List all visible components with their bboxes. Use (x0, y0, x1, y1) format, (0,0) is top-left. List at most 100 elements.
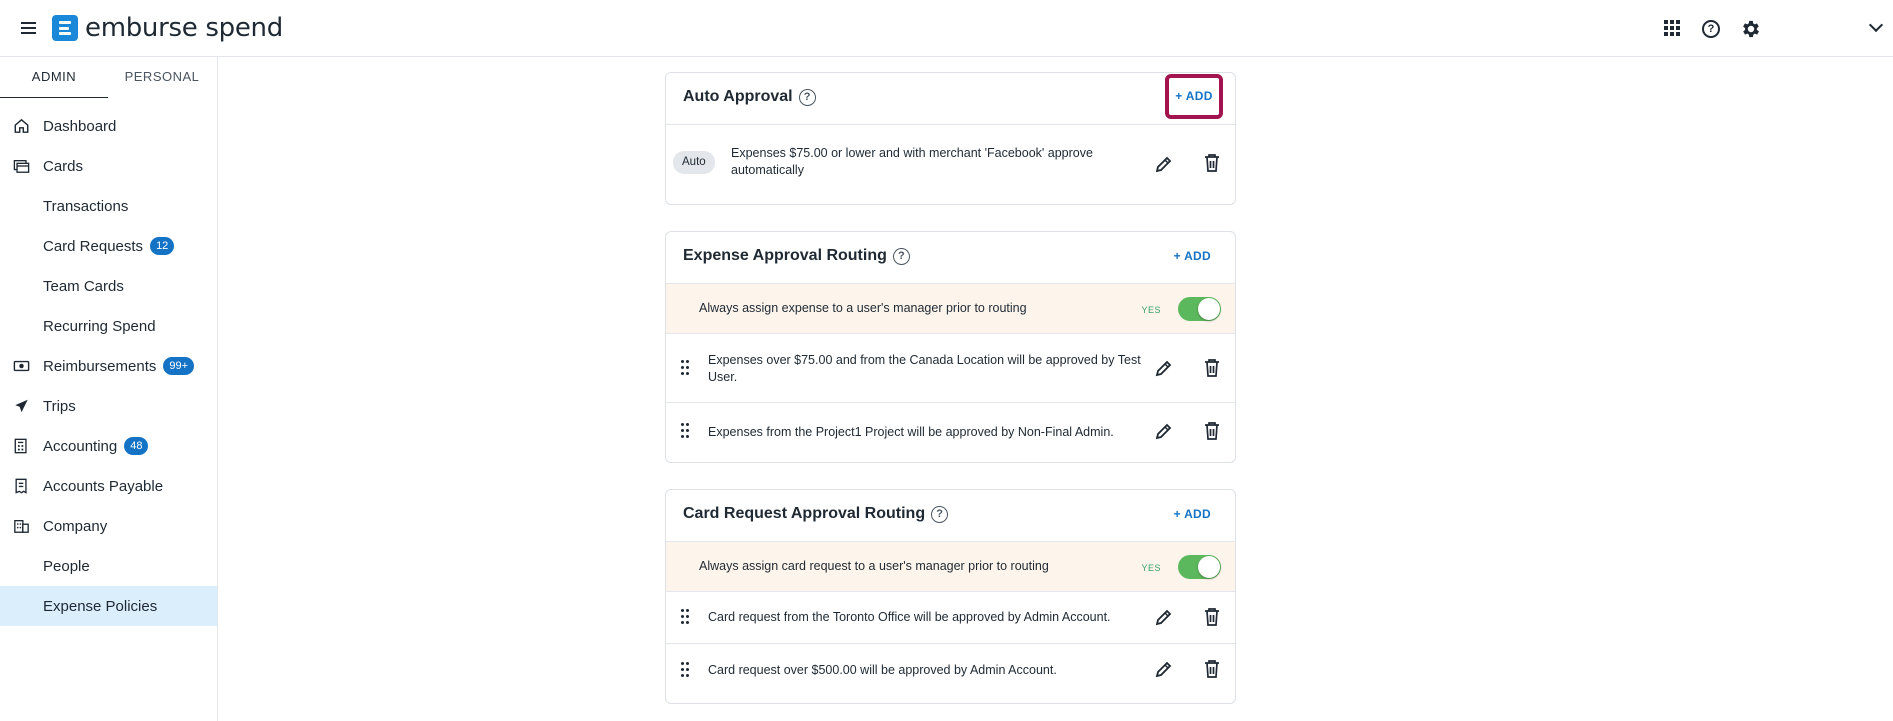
settings-gear-icon[interactable] (1740, 18, 1762, 40)
help-icon[interactable]: ? (1700, 18, 1722, 40)
sidebar-item-label: People (43, 557, 90, 575)
count-badge: 48 (124, 437, 149, 455)
card-title-text: Expense Approval Routing (683, 247, 887, 264)
manager-text: Always assign expense to a user's manage… (699, 301, 1027, 315)
sidebar-item-people[interactable]: People (0, 546, 217, 586)
manager-text: Always assign card request to a user's m… (699, 559, 1049, 573)
sidebar-item-label: Recurring Spend (43, 317, 156, 335)
sidebar-item-reimbursements[interactable]: Reimbursements 99+ (0, 346, 217, 386)
sidebar-item-label: Team Cards (43, 277, 124, 295)
menu-icon[interactable] (20, 19, 40, 37)
add-card-routing-button[interactable]: + ADD (1174, 507, 1211, 521)
routing-rule-row: Card request over $500.00 will be approv… (666, 644, 1235, 702)
count-badge: 12 (150, 237, 175, 255)
sidebar-item-label: Dashboard (43, 117, 117, 135)
toggle-label: YES (1141, 305, 1161, 315)
manager-toggle-row: Always assign expense to a user's manage… (666, 284, 1235, 334)
rule-text: Expenses $75.00 or lower and with mercha… (731, 146, 1093, 177)
sidebar-item-label: Cards (43, 157, 84, 175)
sidebar-tabs: ADMIN PERSONAL (0, 57, 217, 98)
trash-icon[interactable] (1203, 421, 1221, 441)
chevron-down-icon[interactable] (1868, 17, 1884, 33)
help-icon[interactable]: ? (931, 506, 949, 523)
card-header: Auto Approval? + ADD (666, 73, 1235, 125)
edit-icon[interactable] (1154, 659, 1174, 679)
drag-handle-icon[interactable] (681, 662, 691, 678)
sidebar-item-trips[interactable]: Trips (0, 386, 217, 426)
sidebar-item-transactions[interactable]: Transactions (0, 186, 217, 226)
card-header: Expense Approval Routing? + ADD (666, 232, 1235, 284)
drag-handle-icon[interactable] (681, 360, 691, 376)
card-header: Card Request Approval Routing? + ADD (666, 490, 1235, 542)
edit-icon[interactable] (1154, 154, 1174, 174)
apps-grid-icon[interactable] (1661, 17, 1683, 39)
rule-text: Card request over $500.00 will be approv… (708, 663, 1057, 677)
cards-icon (13, 160, 30, 173)
sidebar-item-label: Expense Policies (43, 597, 158, 615)
sidebar-item-team-cards[interactable]: Team Cards (0, 266, 217, 306)
auto-pill: Auto (673, 151, 715, 174)
receipt-icon (15, 478, 27, 494)
card-request-routing-card: Card Request Approval Routing? + ADD Alw… (665, 489, 1236, 704)
drag-handle-icon[interactable] (681, 423, 691, 439)
accounting-icon (14, 438, 27, 454)
manager-toggle-row: Always assign card request to a user's m… (666, 542, 1235, 592)
card-title: Auto Approval? (683, 88, 816, 106)
emburse-logo[interactable]: emburse spend (52, 13, 283, 43)
edit-icon[interactable] (1154, 421, 1174, 441)
manager-toggle[interactable] (1178, 555, 1221, 579)
logo-mark (52, 15, 78, 41)
sidebar-item-company[interactable]: Company (0, 506, 217, 546)
trash-icon[interactable] (1203, 153, 1221, 173)
home-icon (14, 118, 29, 133)
expense-routing-card: Expense Approval Routing? + ADD Always a… (665, 231, 1236, 463)
sidebar-item-expense-policies[interactable]: Expense Policies (0, 586, 217, 626)
sidebar-item-label: Card Requests (43, 237, 144, 255)
auto-approval-card: Auto Approval? + ADD Auto Expenses $75.0… (665, 72, 1236, 205)
add-auto-approval-button[interactable]: + ADD (1165, 74, 1223, 119)
card-title: Card Request Approval Routing? (683, 505, 949, 523)
routing-rule-row: Expenses over $75.00 and from the Canada… (666, 334, 1235, 403)
rule-text: Expenses from the Project1 Project will … (708, 425, 1114, 439)
sidebar-item-label: Trips (43, 397, 76, 415)
add-expense-routing-button[interactable]: + ADD (1174, 249, 1211, 263)
sidebar-item-card-requests[interactable]: Card Requests 12 (0, 226, 217, 266)
tab-admin[interactable]: ADMIN (0, 57, 108, 98)
edit-icon[interactable] (1154, 358, 1174, 378)
sidebar-item-label: Transactions (43, 197, 129, 215)
routing-rule-row: Card request from the Toronto Office wil… (666, 592, 1235, 644)
routing-rule-row: Expenses from the Project1 Project will … (666, 403, 1235, 462)
plane-icon (15, 399, 28, 413)
sidebar-item-recurring-spend[interactable]: Recurring Spend (0, 306, 217, 346)
manager-toggle[interactable] (1178, 297, 1221, 321)
card-title-text: Auto Approval (683, 88, 793, 105)
trash-icon[interactable] (1203, 607, 1221, 627)
edit-icon[interactable] (1154, 607, 1174, 627)
money-icon (13, 360, 30, 372)
top-bar: emburse spend ? (0, 0, 1893, 57)
trash-icon[interactable] (1203, 358, 1221, 378)
sidebar-item-label: Reimbursements (43, 357, 157, 375)
sidebar-item-label: Accounting (43, 437, 118, 455)
count-badge: 99+ (163, 357, 195, 375)
tab-personal[interactable]: PERSONAL (108, 57, 216, 98)
auto-approval-rule-row: Auto Expenses $75.00 or lower and with m… (666, 125, 1235, 204)
help-icon[interactable]: ? (892, 248, 910, 265)
sidebar-item-dashboard[interactable]: Dashboard (0, 106, 217, 146)
help-icon[interactable]: ? (798, 89, 816, 106)
logo-text: emburse spend (85, 13, 283, 43)
sidebar: ADMIN PERSONAL Dashboard Cards Transacti… (0, 57, 218, 721)
trash-icon[interactable] (1203, 659, 1221, 679)
sidebar-item-cards[interactable]: Cards (0, 146, 217, 186)
sidebar-nav: Dashboard Cards Transactions Card Reques… (0, 106, 217, 626)
sidebar-item-accounts-payable[interactable]: Accounts Payable (0, 466, 217, 506)
card-title: Expense Approval Routing? (683, 247, 910, 265)
sidebar-item-label: Accounts Payable (43, 477, 164, 495)
drag-handle-icon[interactable] (681, 609, 691, 625)
card-title-text: Card Request Approval Routing (683, 505, 926, 522)
building-icon (14, 520, 29, 533)
toggle-label: YES (1141, 563, 1161, 573)
rule-text: Expenses over $75.00 and from the Canada… (708, 353, 1141, 384)
sidebar-item-accounting[interactable]: Accounting 48 (0, 426, 217, 466)
sidebar-item-label: Company (43, 517, 108, 535)
